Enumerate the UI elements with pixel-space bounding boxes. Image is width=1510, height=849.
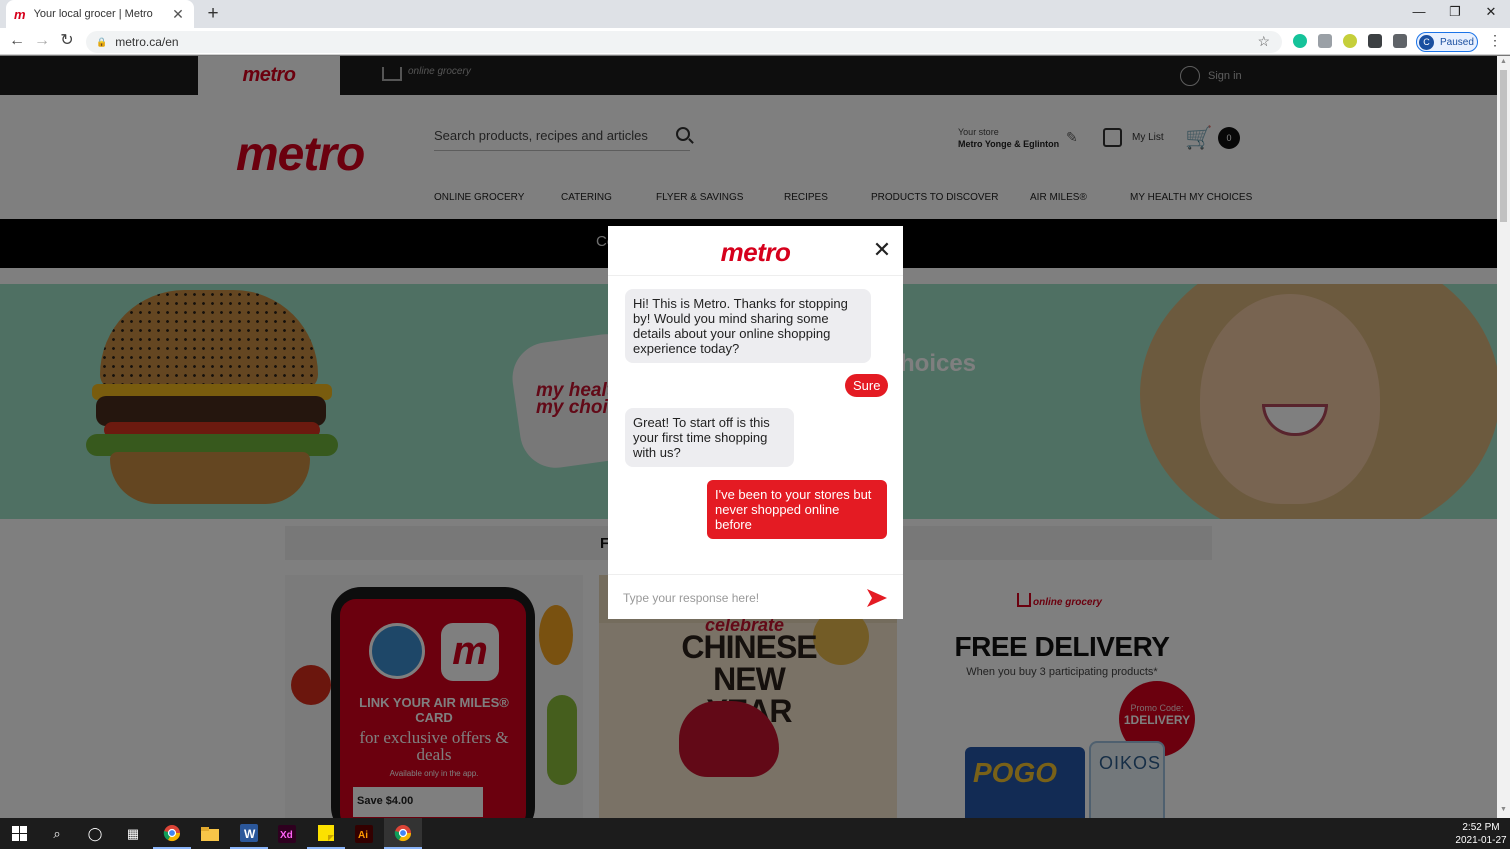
windows-start-icon[interactable]	[0, 818, 38, 849]
clock-date: 2021-01-27	[1455, 835, 1507, 846]
bot-message: Hi! This is Metro. Thanks for stopping b…	[625, 289, 871, 363]
browser-tab[interactable]: m Your local grocer | Metro ✕	[6, 0, 194, 28]
chat-header: metro ✕	[608, 226, 903, 276]
profile-avatar: C	[1419, 34, 1434, 50]
forward-icon[interactable]: →	[31, 31, 53, 53]
tab-title: Your local grocer | Metro	[33, 8, 153, 20]
pin-extension-icon[interactable]	[1343, 34, 1357, 48]
chrome-icon[interactable]	[153, 818, 191, 849]
profile-status: Paused	[1440, 36, 1474, 48]
grammarly-extension-icon[interactable]	[1293, 34, 1307, 48]
scroll-thumb[interactable]	[1500, 70, 1507, 222]
chat-metro-logo: metro	[720, 237, 791, 267]
clock-time: 2:52 PM	[1462, 822, 1500, 833]
screen-extension-icon[interactable]	[1368, 34, 1382, 48]
chat-input-area: Type your response here!	[608, 574, 903, 619]
svg-text:W: W	[244, 827, 256, 841]
minimize-icon[interactable]: —	[1401, 0, 1437, 28]
metro-favicon-icon: m	[14, 6, 26, 22]
browser-toolbar: ← → ↻ 🔒 metro.ca/en ☆ C Paused ⋮	[0, 28, 1510, 55]
system-clock[interactable]: 2:52 PM 2021-01-27	[1452, 821, 1510, 847]
scroll-up-icon[interactable]: ▲	[1500, 58, 1507, 66]
bookmark-star-icon[interactable]: ☆	[1257, 33, 1270, 50]
chat-dialog: metro ✕ Hi! This is Metro. Thanks for st…	[608, 226, 903, 619]
camera-extension-icon[interactable]	[1318, 34, 1332, 48]
adobe-illustrator-icon[interactable]: Ai	[345, 818, 383, 849]
tab-close-icon[interactable]: ✕	[170, 6, 186, 23]
windows-taskbar: ⌕ ◯ ▦ W Xd Ai 2:52 PM 2021-01-27	[0, 818, 1510, 849]
word-icon[interactable]: W	[230, 818, 268, 849]
lock-icon: 🔒	[96, 36, 108, 47]
cortana-icon[interactable]: ◯	[76, 818, 114, 849]
send-icon[interactable]	[866, 587, 888, 609]
back-icon[interactable]: ←	[6, 31, 28, 53]
chrome-active-icon[interactable]	[384, 818, 422, 849]
window-close-icon[interactable]: ✕	[1473, 0, 1509, 28]
browser-tab-strip: m Your local grocer | Metro ✕ + — ❐ ✕	[0, 0, 1510, 28]
bot-message: Great! To start off is this your first t…	[625, 408, 794, 467]
search-icon[interactable]: ⌕	[38, 818, 76, 849]
extensions-puzzle-icon[interactable]	[1393, 34, 1407, 48]
user-message: I've been to your stores but never shopp…	[707, 480, 887, 539]
reload-icon[interactable]: ↻	[56, 31, 78, 53]
restore-icon[interactable]: ❐	[1437, 0, 1473, 28]
adobe-xd-icon[interactable]: Xd	[268, 818, 306, 849]
address-bar[interactable]: 🔒 metro.ca/en ☆	[86, 31, 1282, 53]
page-scrollbar[interactable]: ▲ ▼	[1497, 56, 1510, 818]
sticky-notes-icon[interactable]	[307, 818, 345, 849]
scroll-down-icon[interactable]: ▼	[1500, 806, 1507, 814]
user-message: Sure	[845, 374, 889, 397]
chat-close-icon[interactable]: ✕	[872, 238, 892, 262]
chat-response-input[interactable]: Type your response here!	[623, 591, 843, 605]
browser-menu-icon[interactable]: ⋮	[1488, 32, 1502, 49]
task-view-icon[interactable]: ▦	[114, 818, 152, 849]
svg-text:Ai: Ai	[358, 830, 368, 841]
new-tab-button[interactable]: +	[203, 3, 223, 25]
url-text: metro.ca/en	[115, 35, 179, 49]
profile-button[interactable]: C Paused	[1416, 32, 1478, 52]
file-explorer-icon[interactable]	[191, 818, 229, 849]
svg-text:Xd: Xd	[280, 830, 293, 841]
